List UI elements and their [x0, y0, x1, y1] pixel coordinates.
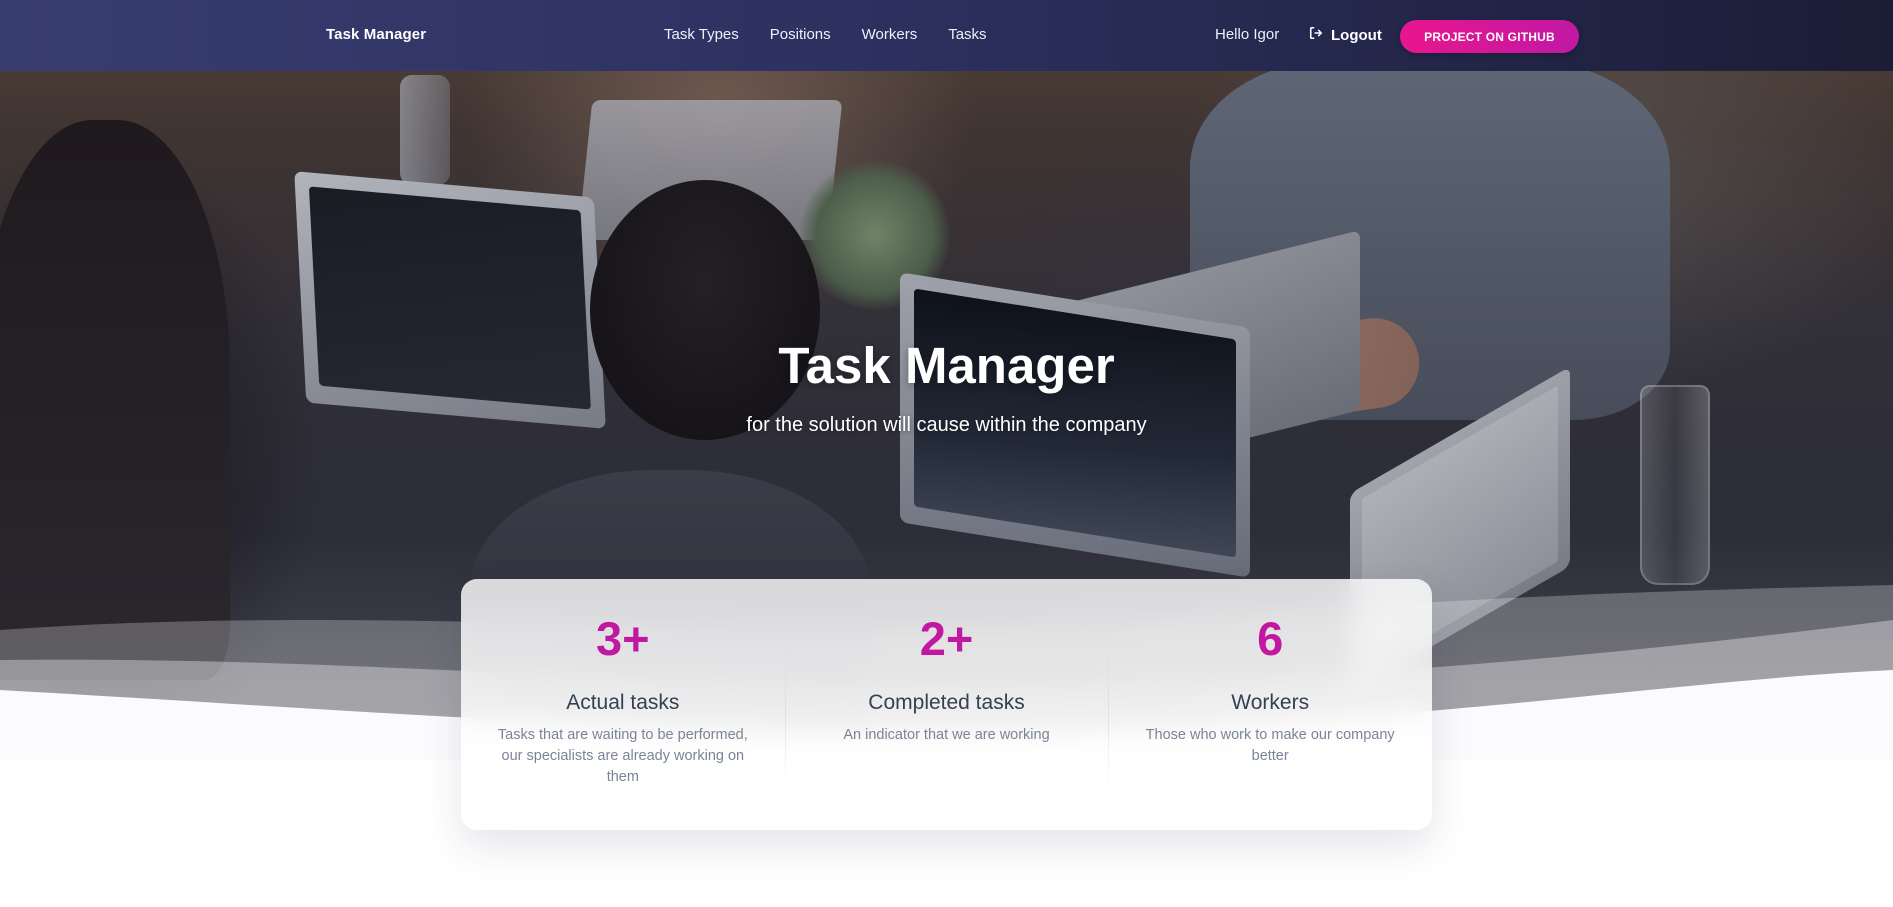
stat-label: Completed tasks	[868, 691, 1025, 714]
nav-link-task-types[interactable]: Task Types	[664, 26, 739, 43]
stat-value: 3+	[596, 612, 650, 665]
stat-value: 6	[1257, 612, 1284, 665]
stat-value: 2+	[919, 612, 974, 665]
nav-link-tasks[interactable]: Tasks	[948, 26, 986, 43]
sign-out-icon	[1309, 26, 1323, 44]
user-greeting: Hello Igor	[1215, 26, 1280, 43]
top-navbar: Task Manager Task Types Positions Worker…	[0, 0, 1893, 71]
nav-links: Task Types Positions Workers Tasks	[664, 26, 987, 43]
stats-card: 3+ Actual tasks Tasks that are waiting t…	[461, 579, 1432, 830]
stat-description: Those who work to make our company bette…	[1145, 727, 1395, 764]
brand-logo[interactable]: Task Manager	[326, 26, 426, 43]
nav-link-positions[interactable]: Positions	[770, 26, 831, 43]
hero-subtitle: for the solution will cause within the c…	[746, 414, 1147, 436]
stat-label: Workers	[1231, 691, 1310, 714]
stat-actual-tasks: 3+ Actual tasks Tasks that are waiting t…	[461, 579, 785, 830]
stat-label: Actual tasks	[566, 691, 680, 714]
hero-title: Task Manager	[778, 337, 1115, 394]
logout-label: Logout	[1331, 26, 1382, 44]
logout-link[interactable]: Logout	[1309, 26, 1382, 44]
stat-workers: 6 Workers Those who work to make our com…	[1108, 579, 1432, 830]
nav-link-workers[interactable]: Workers	[862, 26, 918, 43]
stat-description: Tasks that are waiting to be performed, …	[497, 727, 748, 785]
github-project-button[interactable]: PROJECT ON GITHUB	[1400, 20, 1579, 53]
stat-completed-tasks: 2+ Completed tasks An indicator that we …	[784, 579, 1109, 830]
stat-description: An indicator that we are working	[843, 727, 1050, 743]
